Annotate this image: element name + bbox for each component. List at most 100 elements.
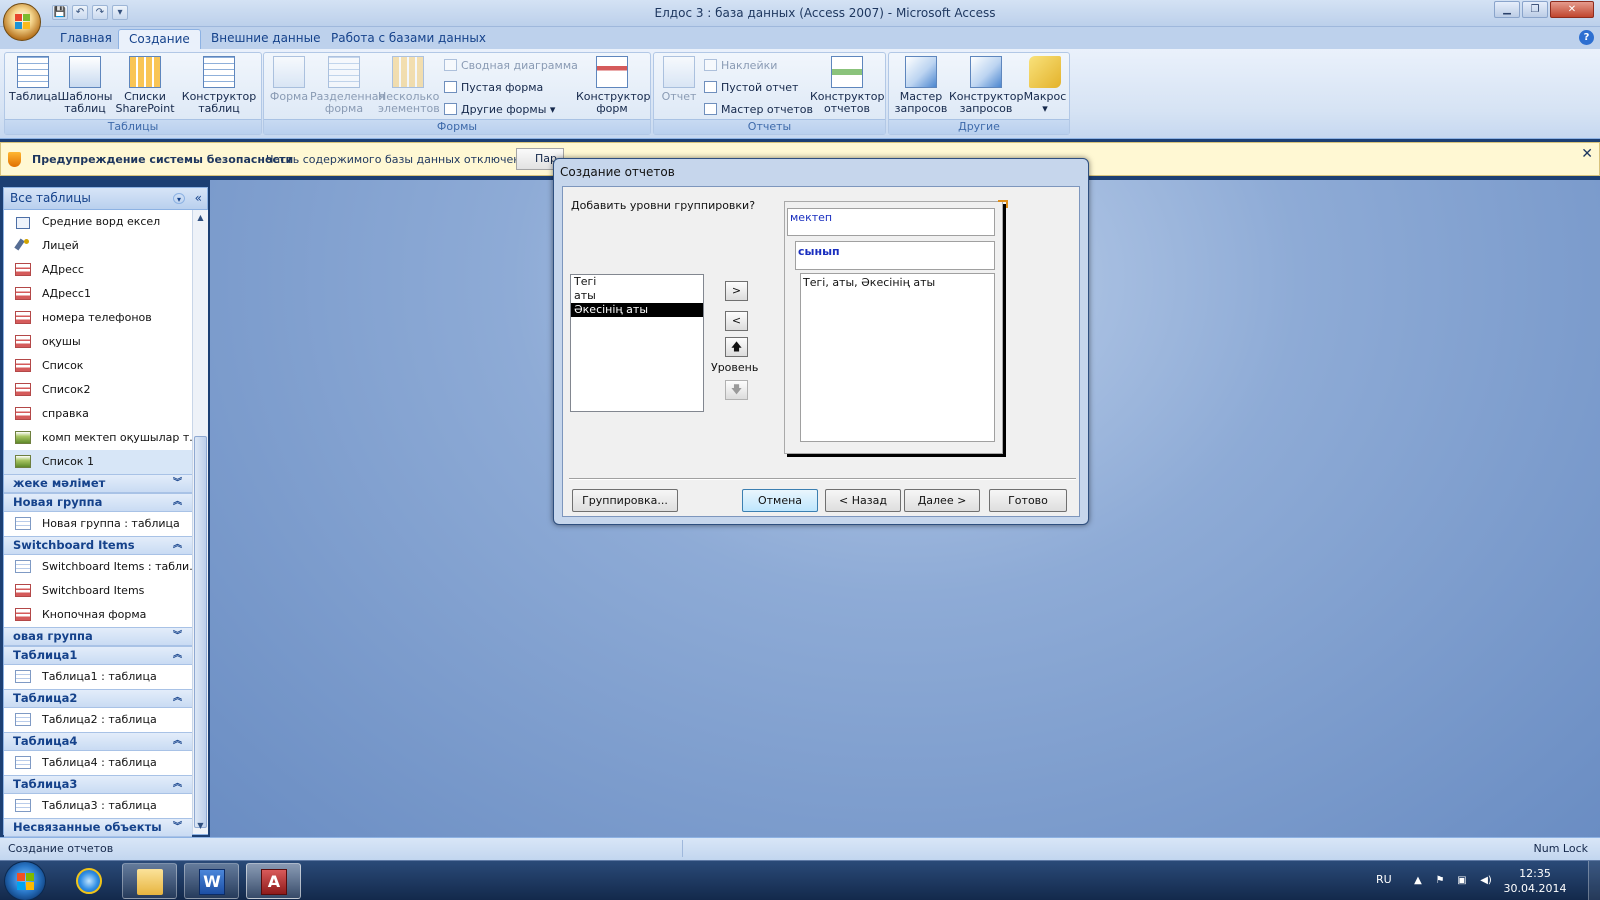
- nav-item[interactable]: Лицей: [4, 234, 192, 258]
- expand-chevron-icon[interactable]: ︾: [173, 475, 182, 492]
- tab-database-tools[interactable]: Работа с базами данных: [321, 29, 496, 49]
- priority-down-button[interactable]: 🡇: [725, 380, 748, 400]
- expand-chevron-icon[interactable]: ︾: [173, 628, 182, 645]
- nav-group-header[interactable]: Таблица4 ︽: [4, 732, 192, 751]
- taskbar-access[interactable]: A: [246, 863, 301, 899]
- next-button[interactable]: Далее >: [904, 489, 980, 512]
- cancel-button[interactable]: Отмена: [742, 489, 818, 512]
- nav-item[interactable]: АДресс1: [4, 282, 192, 306]
- expand-chevron-icon[interactable]: ︾: [173, 819, 182, 836]
- nav-item[interactable]: Список: [4, 354, 192, 378]
- nav-item[interactable]: АДресс: [4, 258, 192, 282]
- start-button[interactable]: [4, 861, 46, 900]
- nav-item[interactable]: Список 1: [4, 450, 192, 474]
- multiple-items-button[interactable]: Несколько элементов: [378, 56, 440, 115]
- clock[interactable]: 12:35 30.04.2014: [1500, 866, 1570, 896]
- nav-pane-header[interactable]: Все таблицы ▾ «: [4, 188, 207, 210]
- form-button[interactable]: Форма: [268, 56, 310, 103]
- tab-external-data[interactable]: Внешние данные: [201, 29, 330, 49]
- nav-item[interactable]: Новая группа : таблица: [4, 512, 192, 536]
- available-fields-list[interactable]: Тегі аты Әкесінің аты: [570, 274, 704, 412]
- report-wizard-button[interactable]: Мастер отчетов: [704, 103, 813, 117]
- labels-button[interactable]: Наклейки: [704, 59, 777, 73]
- nav-item[interactable]: Таблица3 : таблица: [4, 794, 192, 818]
- more-forms-button[interactable]: Другие формы ▾: [444, 103, 555, 117]
- nav-group-header[interactable]: Switchboard Items ︽: [4, 536, 192, 555]
- field-option[interactable]: Әкесінің аты: [571, 303, 703, 317]
- priority-up-button[interactable]: 🡅: [725, 337, 748, 357]
- collapse-chevron-icon[interactable]: ︽: [173, 776, 182, 793]
- taskbar-word[interactable]: W: [184, 863, 239, 899]
- nav-group-header[interactable]: Несвязанные объекты ︾: [4, 818, 192, 837]
- table-button[interactable]: Таблица: [9, 56, 58, 103]
- field-option[interactable]: Тегі: [571, 275, 703, 289]
- form-designer-button[interactable]: Конструктор форм: [576, 56, 650, 115]
- nav-group-header[interactable]: жеке мәлімет ︾: [4, 474, 192, 493]
- nav-group-header[interactable]: Таблица3 ︽: [4, 775, 192, 794]
- nav-item[interactable]: Средние ворд ексел: [4, 210, 192, 234]
- nav-item[interactable]: Таблица1 : таблица: [4, 665, 192, 689]
- add-level-button[interactable]: >: [725, 281, 748, 301]
- back-button[interactable]: < Назад: [825, 489, 901, 512]
- split-form-button[interactable]: Разделенная форма: [310, 56, 385, 115]
- show-hidden-icons-icon[interactable]: ▲: [1412, 875, 1424, 887]
- office-button[interactable]: [3, 3, 41, 41]
- tab-create[interactable]: Создание: [118, 29, 201, 49]
- nav-item[interactable]: справка: [4, 402, 192, 426]
- nav-item[interactable]: Таблица2 : таблица: [4, 708, 192, 732]
- grouping-options-button[interactable]: Группировка...: [572, 489, 678, 512]
- nav-item[interactable]: Switchboard Items : табли...: [4, 555, 192, 579]
- finish-button[interactable]: Готово: [989, 489, 1067, 512]
- nav-item[interactable]: Switchboard Items: [4, 579, 192, 603]
- taskbar-ie[interactable]: [62, 863, 117, 899]
- nav-item[interactable]: Таблица4 : таблица: [4, 751, 192, 775]
- collapse-chevron-icon[interactable]: ︽: [173, 647, 182, 664]
- collapse-chevron-icon[interactable]: ︽: [173, 733, 182, 750]
- nav-item[interactable]: комп мектеп оқушылар т...: [4, 426, 192, 450]
- taskbar-explorer[interactable]: [122, 863, 177, 899]
- collapse-chevron-icon[interactable]: ︽: [173, 494, 182, 511]
- form-object-icon: [15, 383, 31, 396]
- minimize-button[interactable]: ▁: [1494, 1, 1520, 18]
- macro-button[interactable]: Макрос ▾: [1023, 56, 1067, 115]
- help-icon[interactable]: ?: [1579, 30, 1594, 45]
- nav-group-header[interactable]: Новая группа ︽: [4, 493, 192, 512]
- report-button[interactable]: Отчет: [658, 56, 700, 103]
- nav-item[interactable]: Список2: [4, 378, 192, 402]
- sharepoint-lists-button[interactable]: Списки SharePoint: [113, 56, 177, 115]
- scroll-down-icon[interactable]: ▼: [194, 819, 207, 833]
- tab-home[interactable]: Главная: [50, 29, 122, 49]
- pivot-chart-button[interactable]: Сводная диаграмма: [444, 59, 578, 73]
- table-templates-button[interactable]: Шаблоны таблиц: [57, 56, 113, 115]
- table-designer-button[interactable]: Конструктор таблиц: [181, 56, 257, 115]
- query-designer-button[interactable]: Конструктор запросов: [949, 56, 1023, 115]
- remove-level-button[interactable]: <: [725, 311, 748, 331]
- network-icon[interactable]: ▣: [1456, 875, 1468, 887]
- collapse-pane-icon[interactable]: «: [195, 188, 202, 209]
- show-desktop-button[interactable]: [1588, 861, 1600, 900]
- maximize-button[interactable]: ❐: [1522, 1, 1548, 18]
- blank-report-button[interactable]: Пустой отчет: [704, 81, 798, 95]
- scroll-thumb[interactable]: [194, 436, 207, 828]
- volume-icon[interactable]: ◀): [1478, 875, 1494, 887]
- scroll-up-icon[interactable]: ▲: [194, 211, 207, 225]
- close-button[interactable]: ✕: [1550, 1, 1594, 18]
- nav-group-header[interactable]: Таблица2 ︽: [4, 689, 192, 708]
- nav-scrollbar[interactable]: ▲ ▼: [192, 210, 208, 834]
- nav-item[interactable]: номера телефонов: [4, 306, 192, 330]
- close-icon[interactable]: ✕: [1581, 146, 1593, 162]
- nav-item-label: Таблица2 : таблица: [42, 713, 157, 726]
- nav-item[interactable]: оқушы: [4, 330, 192, 354]
- nav-group-header[interactable]: овая группа ︾: [4, 627, 192, 646]
- nav-item[interactable]: Кнопочная форма: [4, 603, 192, 627]
- blank-form-button[interactable]: Пустая форма: [444, 81, 543, 95]
- action-center-flag-icon[interactable]: ⚑: [1434, 875, 1446, 887]
- query-wizard-button[interactable]: Мастер запросов: [893, 56, 949, 115]
- language-indicator[interactable]: RU: [1376, 873, 1392, 886]
- field-option[interactable]: аты: [571, 289, 703, 303]
- collapse-chevron-icon[interactable]: ︽: [173, 690, 182, 707]
- collapse-chevron-icon[interactable]: ︽: [173, 537, 182, 554]
- report-designer-button[interactable]: Конструктор отчетов: [810, 56, 884, 115]
- nav-group-header[interactable]: Таблица1 ︽: [4, 646, 192, 665]
- chevron-down-icon[interactable]: ▾: [173, 193, 185, 204]
